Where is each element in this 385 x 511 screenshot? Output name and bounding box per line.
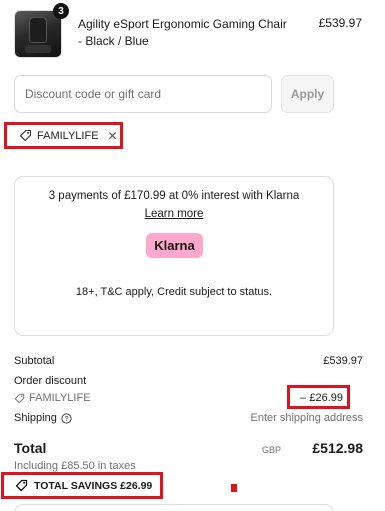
quantity-badge: 3 (53, 3, 69, 19)
product-price: £539.97 (318, 16, 362, 30)
subtotal-label: Subtotal (14, 355, 55, 367)
total-savings-text: TOTAL SAVINGS £26.99 (34, 479, 153, 492)
currency-code: GBP (262, 445, 282, 455)
total-amount: £512.98 (312, 440, 363, 456)
shipping-value: Enter shipping address (250, 412, 363, 424)
cart-line-item: 3 Agility eSport Ergonomic Gaming Chair … (14, 3, 364, 58)
total-label: Total (14, 440, 47, 456)
applied-discount-code: FAMILYLIFE (37, 129, 99, 142)
klarna-learn-more-link[interactable]: Learn more (145, 208, 204, 220)
shipping-row: Shipping ? Enter shipping address (14, 412, 363, 424)
klarna-offer-text: 3 payments of £170.99 at 0% interest wit… (48, 190, 300, 202)
subtotal-row: Subtotal £539.97 (14, 355, 363, 367)
remove-discount-icon[interactable]: ✕ (108, 129, 118, 143)
applied-discount-chip: FAMILYLIFE ✕ (4, 122, 123, 149)
taxes-text: Including £85.50 in taxes (14, 460, 136, 472)
apply-button[interactable]: Apply (281, 75, 334, 113)
discount-value: – £26.99 (300, 392, 343, 404)
klarna-terms: 18+, T&C apply, Credit subject to status… (75, 286, 273, 298)
next-section-box (14, 504, 334, 511)
help-icon[interactable]: ? (61, 412, 72, 424)
tag-icon (19, 129, 32, 142)
shipping-label: Shipping (14, 412, 57, 424)
red-marker (231, 484, 237, 492)
product-thumbnail (14, 10, 62, 58)
klarna-logo: Klarna (146, 233, 203, 258)
product-name: Agility eSport Ergonomic Gaming Chair - … (78, 17, 287, 48)
klarna-promo-box: 3 payments of £170.99 at 0% interest wit… (14, 176, 334, 336)
summary-discount-code: FAMILYLIFE (29, 392, 91, 404)
svg-text:?: ? (64, 416, 68, 423)
total-savings-badge: TOTAL SAVINGS £26.99 (1, 472, 163, 499)
subtotal-value: £539.97 (323, 355, 363, 367)
discount-code-input[interactable] (14, 75, 272, 113)
order-discount-label: Order discount (14, 375, 87, 387)
tag-icon (14, 393, 25, 403)
tag-icon (15, 479, 28, 492)
